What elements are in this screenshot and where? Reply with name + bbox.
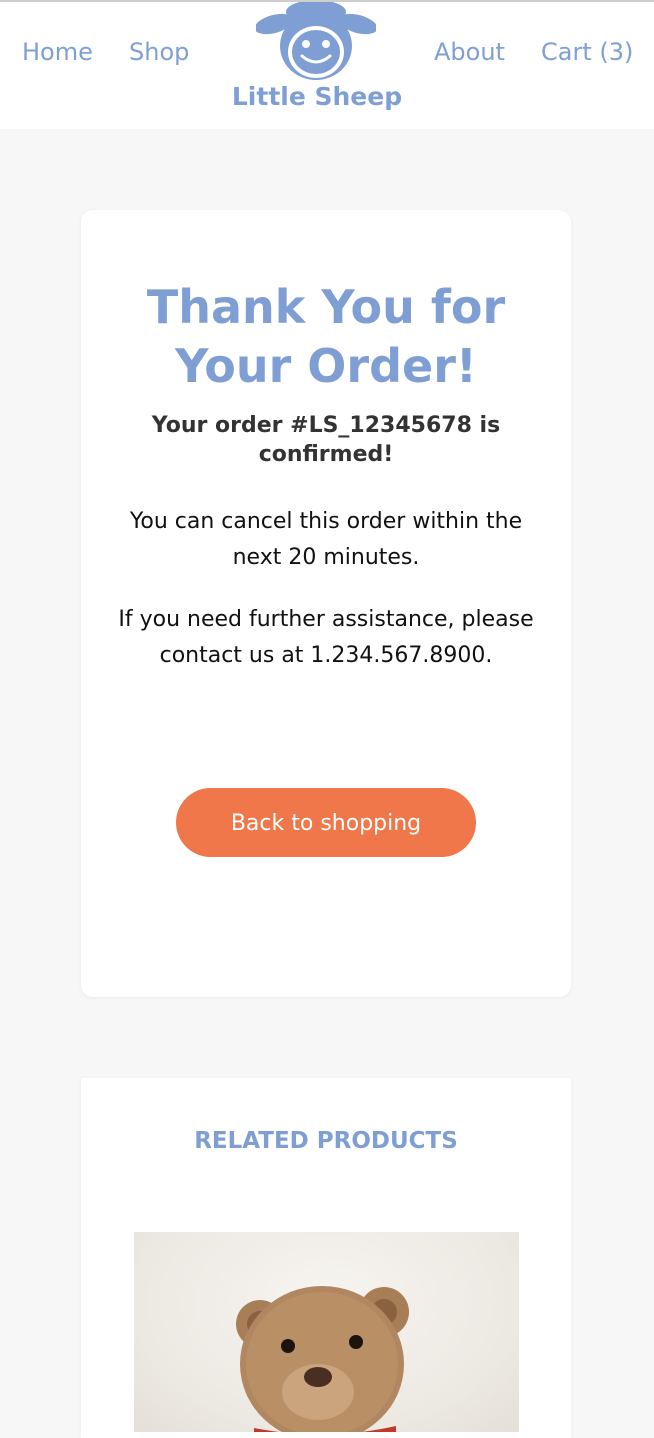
nav-about-link[interactable]: About: [434, 38, 505, 66]
help-note: If you need further assistance, please c…: [118, 607, 534, 668]
page-title: Thank You for Your Order!: [146, 280, 506, 393]
related-products-heading: RELATED PRODUCTS: [194, 1128, 458, 1154]
teddy-bear-icon: [236, 1286, 409, 1432]
nav-home-link[interactable]: Home: [22, 38, 93, 66]
brand-name: Little Sheep: [231, 82, 403, 111]
related-products-section: RELATED PRODUCTS: [81, 1078, 571, 1438]
logo-link[interactable]: Little Sheep: [226, 2, 426, 127]
cancel-note: You can cancel this order within the nex…: [129, 509, 523, 570]
back-to-shopping-button[interactable]: Back to shopping: [176, 788, 476, 857]
teddy-bear-image[interactable]: [134, 1232, 519, 1432]
sheep-logo-icon: [256, 2, 376, 80]
order-confirmation-card: Thank You for Your Order! Your order #LS…: [81, 210, 571, 997]
nav-cart-link[interactable]: Cart (3): [541, 38, 633, 66]
order-confirmed-message: Your order #LS_12345678 is confirmed!: [151, 413, 501, 467]
nav-shop-link[interactable]: Shop: [129, 38, 189, 66]
site-header: Home Shop Little Sheep About Cart (3): [0, 2, 654, 129]
